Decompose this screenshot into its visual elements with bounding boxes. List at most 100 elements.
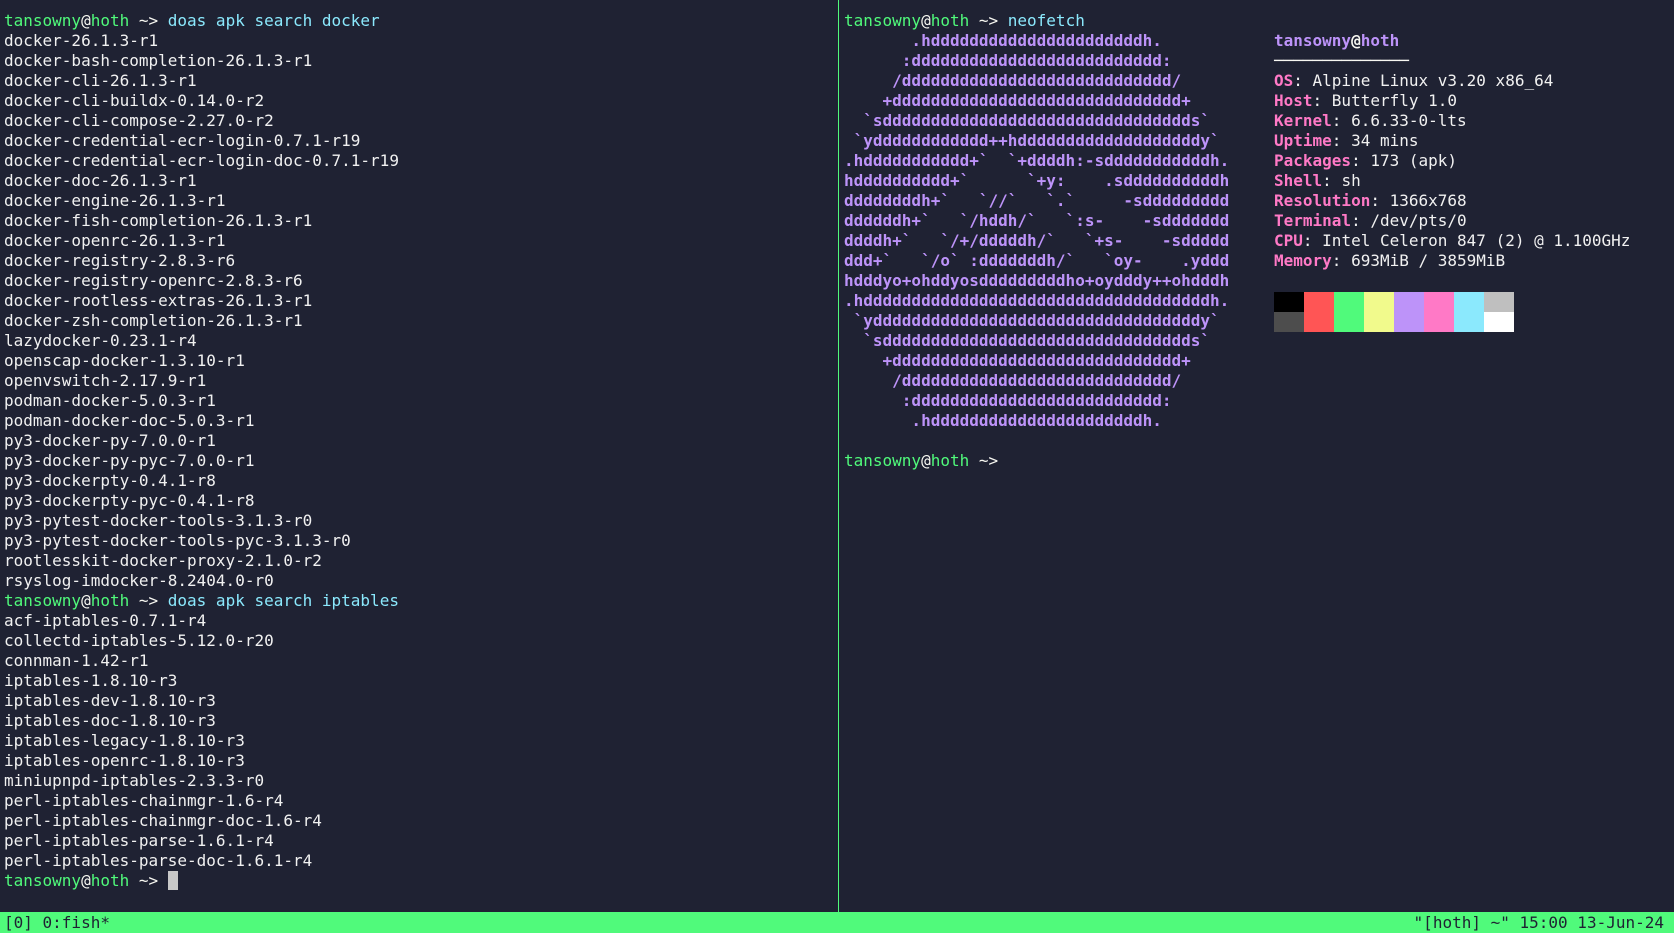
info-key: Host [1274, 91, 1313, 110]
prompt-path: ~> [129, 591, 168, 610]
info-colon: : [1293, 71, 1313, 90]
output-line: py3-dockerpty-0.4.1-r8 [4, 471, 216, 490]
output-line: openscap-docker-1.3.10-r1 [4, 351, 245, 370]
output-line: docker-fish-completion-26.1.3-r1 [4, 211, 313, 230]
active-prompt-line: tansowny@hoth ~> [844, 451, 1008, 471]
info-row: CPU: Intel Celeron 847 (2) @ 1.100GHz [1274, 231, 1630, 251]
color-swatch [1364, 292, 1394, 312]
info-value: 173 (apk) [1370, 151, 1458, 170]
color-palette [1274, 292, 1514, 332]
info-row: Memory: 693MiB / 3859MiB [1274, 251, 1630, 271]
info-value: 34 mins [1351, 131, 1419, 150]
info-value: 1366x768 [1389, 191, 1467, 210]
status-window-list[interactable]: [0] 0:fish* [4, 912, 110, 933]
info-value: /dev/pts/0 [1370, 211, 1467, 230]
logo-line: ddddh+` `/+/dddddh/` `+s- -sddddd [844, 231, 1230, 250]
output-line: rsyslog-imdocker-8.2404.0-r0 [4, 571, 274, 590]
info-key: Uptime [1274, 131, 1332, 150]
logo-line: +dddddddddddddddddddddddddddddd+ [844, 91, 1191, 110]
prompt-line: tansowny@hoth ~> neofetch [844, 11, 1670, 31]
logo-line: `ydddddddddddd++hdddddddddddddddddddy` [844, 131, 1220, 150]
logo-line: .hddddddddddddddddddddddh. [844, 31, 1162, 50]
info-key: CPU [1274, 231, 1303, 250]
terminal-cursor[interactable] [167, 871, 178, 890]
info-colon: : [1331, 251, 1352, 270]
color-swatch [1484, 312, 1514, 332]
info-row: Uptime: 34 mins [1274, 131, 1630, 151]
prompt-user: tansowny [4, 591, 82, 610]
info-value: Butterfly 1.0 [1331, 91, 1458, 110]
logo-line: .hddddddddddd+` `+ddddh:-sdddddddddddh. [844, 151, 1230, 170]
active-prompt-line: tansowny@hoth ~> [4, 871, 834, 891]
output-line: perl-iptables-parse-1.6.1-r4 [4, 831, 274, 850]
output-line: docker-credential-ecr-login-0.7.1-r19 [4, 131, 361, 150]
left-terminal-pane[interactable]: tansowny@hoth ~> doas apk search docker d… [4, 11, 834, 891]
output-line: perl-iptables-parse-doc-1.6.1-r4 [4, 851, 313, 870]
output-line: docker-engine-26.1.3-r1 [4, 191, 226, 210]
info-key: Packages [1274, 151, 1352, 170]
info-title-host: hoth [1360, 31, 1400, 50]
info-title-user: tansowny [1274, 31, 1352, 50]
output-line: acf-iptables-0.7.1-r4 [4, 611, 207, 630]
output-line: docker-credential-ecr-login-doc-0.7.1-r1… [4, 151, 399, 170]
info-title-at: @ [1351, 31, 1361, 50]
logo-line: ddddddh+` `/hddh/` `:s- -sddddddd [844, 211, 1230, 230]
output-line: py3-pytest-docker-tools-pyc-3.1.3-r0 [4, 531, 351, 550]
right-terminal-pane[interactable]: tansowny@hoth ~> neofetch .hdddddddddddd… [844, 11, 1670, 470]
neofetch-info: tansowny@hoth ────────────── OS: Alpine Li… [1274, 31, 1630, 271]
output-line: lazydocker-0.23.1-r4 [4, 331, 197, 350]
logo-line: /dddddddddddddddddddddddddddd/ [844, 371, 1182, 390]
prompt-path: ~> [129, 871, 168, 890]
output-line: docker-cli-compose-2.27.0-r2 [4, 111, 274, 130]
info-key: Memory [1274, 251, 1332, 270]
prompt-host: hoth [930, 451, 970, 470]
logo-line: .hddddddddddddddddddddddh. [844, 411, 1162, 430]
output-line: perl-iptables-chainmgr-doc-1.6-r4 [4, 811, 322, 830]
info-colon: : [1331, 131, 1352, 150]
info-key: Terminal [1274, 211, 1352, 230]
output-line: py3-docker-py-7.0.0-r1 [4, 431, 216, 450]
palette-row [1274, 292, 1514, 312]
output-line: docker-cli-buildx-0.14.0-r2 [4, 91, 265, 110]
output-line: collectd-iptables-5.12.0-r20 [4, 631, 274, 650]
logo-line: +dddddddddddddddddddddddddddddd+ [844, 351, 1191, 370]
info-colon: : [1351, 211, 1371, 230]
info-row: Terminal: /dev/pts/0 [1274, 211, 1630, 231]
prompt-user: tansowny [844, 11, 922, 30]
color-swatch [1334, 312, 1364, 332]
info-row: OS: Alpine Linux v3.20 x86_64 [1274, 71, 1630, 91]
color-swatch [1334, 292, 1364, 312]
output-line: miniupnpd-iptables-2.3.3-r0 [4, 771, 265, 790]
prompt-host: hoth [90, 591, 130, 610]
info-value: Alpine Linux v3.20 x86_64 [1312, 71, 1554, 90]
output-line: docker-zsh-completion-26.1.3-r1 [4, 311, 303, 330]
prompt-line: tansowny@hoth ~> doas apk search docker [4, 11, 834, 31]
command-text: neofetch [1007, 11, 1085, 30]
info-colon: : [1322, 171, 1342, 190]
logo-line: :dddddddddddddddddddddddddd: [844, 51, 1172, 70]
output-line: py3-pytest-docker-tools-3.1.3-r0 [4, 511, 313, 530]
info-colon: : [1351, 151, 1371, 170]
info-value: sh [1341, 171, 1361, 190]
output-line: rootlesskit-docker-proxy-2.1.0-r2 [4, 551, 322, 570]
pane-divider[interactable] [838, 0, 839, 912]
logo-line: ddd+` `/o` :dddddddh/` `oy- .yddd [844, 251, 1230, 270]
prompt-at: @ [81, 591, 91, 610]
color-swatch [1424, 312, 1454, 332]
output-line: openvswitch-2.17.9-r1 [4, 371, 207, 390]
prompt-user: tansowny [4, 11, 82, 30]
prompt-path: ~> [969, 11, 1008, 30]
output-line: docker-registry-openrc-2.8.3-r6 [4, 271, 303, 290]
prompt-at: @ [81, 11, 91, 30]
alpine-ascii-logo: .hddddddddddddddddddddddh. :dddddddddddd… [844, 31, 1229, 431]
output-line: perl-iptables-chainmgr-1.6-r4 [4, 791, 284, 810]
palette-row [1274, 312, 1514, 332]
info-key: Resolution [1274, 191, 1371, 210]
output-line: connman-1.42-r1 [4, 651, 149, 670]
output-line: docker-doc-26.1.3-r1 [4, 171, 197, 190]
info-title: tansowny@hoth [1274, 31, 1630, 51]
prompt-user: tansowny [844, 451, 922, 470]
output-line: docker-bash-completion-26.1.3-r1 [4, 51, 313, 70]
info-key: OS [1274, 71, 1294, 90]
output-line: docker-registry-2.8.3-r6 [4, 251, 236, 270]
